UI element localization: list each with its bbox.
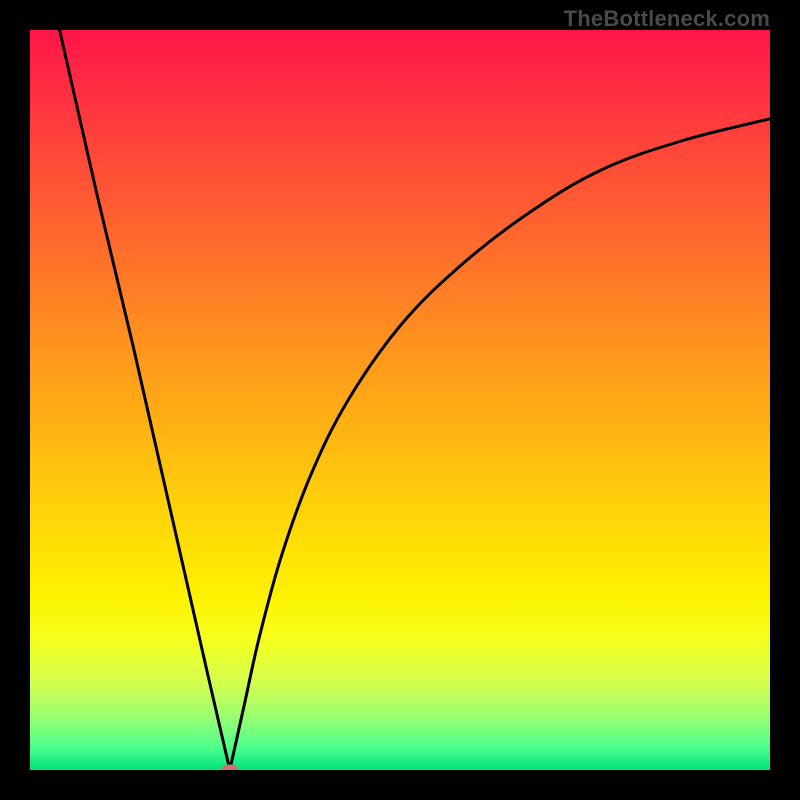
bottleneck-curve [30, 30, 770, 770]
plot-area [30, 30, 770, 770]
chart-frame: TheBottleneck.com [0, 0, 800, 800]
watermark-label: TheBottleneck.com [564, 6, 770, 32]
